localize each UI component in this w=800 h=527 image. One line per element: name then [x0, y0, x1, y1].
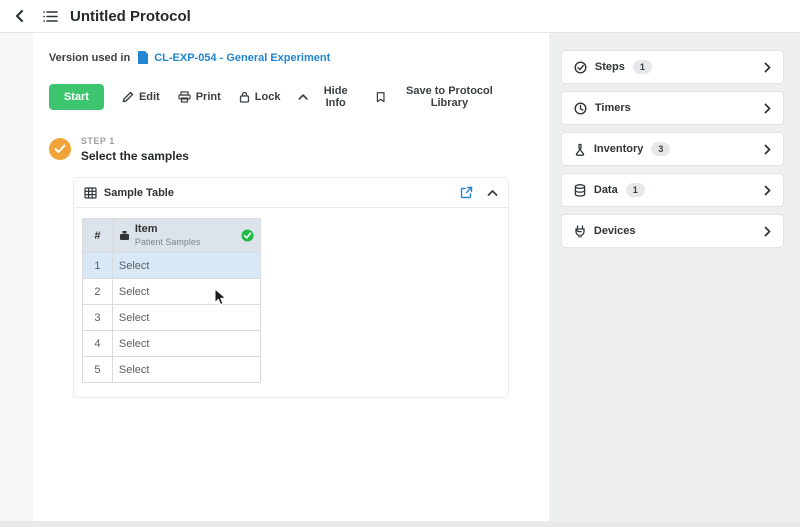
hide-info-button[interactable]: Hide Info [298, 85, 357, 109]
sidebar-item-devices[interactable]: Devices [560, 214, 784, 248]
collapse-table-icon[interactable] [487, 189, 498, 197]
chevron-right-icon [764, 144, 771, 155]
table-row[interactable]: 1 Select [81, 252, 261, 280]
sample-table-title: Sample Table [103, 186, 174, 199]
lock-icon [239, 91, 249, 103]
version-used-in-label: Version used in [48, 51, 131, 64]
lock-button[interactable]: Lock [239, 91, 281, 103]
chevron-right-icon [764, 103, 771, 114]
open-external-icon[interactable] [460, 186, 473, 199]
lock-label: Lock [254, 91, 281, 103]
chevron-right-icon [764, 226, 771, 237]
column-valid-check-icon [241, 229, 254, 242]
column-header-item: Item Patient Samples [111, 217, 261, 254]
table-row[interactable]: 3 Select [81, 304, 261, 332]
row-number: 3 [81, 304, 113, 332]
chevron-right-icon [764, 185, 771, 196]
step-title: Select the samples [80, 149, 189, 163]
step-check-icon[interactable] [48, 138, 71, 160]
print-button[interactable]: Print [178, 91, 221, 103]
printer-icon [178, 91, 191, 103]
table-row[interactable]: 4 Select [81, 330, 261, 358]
table-icon [84, 186, 97, 199]
step-header: STEP 1 Select the samples [48, 136, 509, 163]
save-to-library-button[interactable]: Save to Protocol Library [376, 85, 509, 109]
item-column-sublabel: Patient Samples [134, 236, 201, 247]
sample-table-card-header: Sample Table [73, 178, 508, 208]
sidebar-item-timers[interactable]: Timers [560, 91, 784, 125]
step-number-label: STEP 1 [80, 136, 115, 146]
right-sidebar: Steps 1 Timers Inventory 3 Data 1 Device… [548, 33, 800, 521]
experiment-link[interactable]: CL-EXP-054 - General Experiment [138, 51, 330, 64]
sidebar-item-label: Timers [594, 102, 631, 114]
start-button[interactable]: Start [48, 84, 104, 110]
row-number: 4 [81, 330, 113, 358]
select-cell[interactable]: Select [111, 278, 261, 306]
row-number: 1 [81, 252, 113, 280]
database-icon [574, 183, 586, 197]
sidebar-item-data[interactable]: Data 1 [560, 173, 784, 207]
steps-check-icon [574, 60, 587, 74]
column-header-number: # [81, 217, 113, 254]
chevron-right-icon [764, 62, 771, 73]
bookmark-icon [376, 92, 385, 103]
main-panel: Version used in CL-EXP-054 - General Exp… [32, 33, 549, 521]
edit-button[interactable]: Edit [122, 91, 160, 103]
inventory-count-badge: 3 [651, 142, 671, 156]
row-number: 2 [81, 278, 113, 306]
item-column-label: Item [134, 223, 158, 235]
page-title: Untitled Protocol [70, 7, 191, 25]
document-icon [138, 51, 149, 64]
sample-table: # Item Patient Samples 1 Select 2 Select… [81, 217, 261, 384]
toolbar: Start Edit Print Lock Hide Info Save to … [48, 84, 509, 110]
sidebar-item-label: Data [593, 184, 618, 196]
save-to-library-label: Save to Protocol Library [406, 85, 493, 109]
sidebar-item-steps[interactable]: Steps 1 [560, 50, 784, 84]
select-cell[interactable]: Select [111, 356, 261, 384]
bottom-strip [0, 521, 800, 527]
protocol-list-icon[interactable] [40, 6, 60, 26]
top-header: Untitled Protocol [0, 0, 800, 33]
pencil-icon [122, 91, 134, 103]
sidebar-item-label: Devices [593, 225, 636, 237]
sidebar-item-label: Steps [594, 61, 625, 73]
sample-table-card: Sample Table # Item Patient Samples 1 Se… [72, 177, 509, 399]
sidebar-item-inventory[interactable]: Inventory 3 [560, 132, 784, 166]
table-header-row: # Item Patient Samples [81, 217, 261, 254]
version-row: Version used in CL-EXP-054 - General Exp… [49, 51, 509, 64]
clock-icon [574, 101, 587, 115]
back-icon[interactable] [10, 6, 30, 26]
experiment-link-label: CL-EXP-054 - General Experiment [154, 51, 331, 64]
chevron-up-icon [299, 94, 309, 100]
item-icon [119, 231, 129, 241]
select-cell[interactable]: Select [111, 330, 261, 358]
left-gutter [0, 33, 33, 521]
data-count-badge: 1 [625, 183, 645, 197]
table-row[interactable]: 5 Select [81, 356, 261, 384]
flask-icon [574, 143, 586, 156]
steps-count-badge: 1 [632, 60, 652, 74]
edit-label: Edit [138, 91, 160, 103]
row-number: 5 [81, 356, 113, 384]
hide-info-label: Hide Info [323, 85, 348, 109]
print-label: Print [195, 91, 221, 103]
sidebar-item-label: Inventory [593, 143, 644, 155]
select-cell[interactable]: Select [111, 252, 261, 280]
table-row[interactable]: 2 Select [81, 278, 261, 306]
select-cell[interactable]: Select [111, 304, 261, 332]
plug-icon [574, 224, 586, 238]
